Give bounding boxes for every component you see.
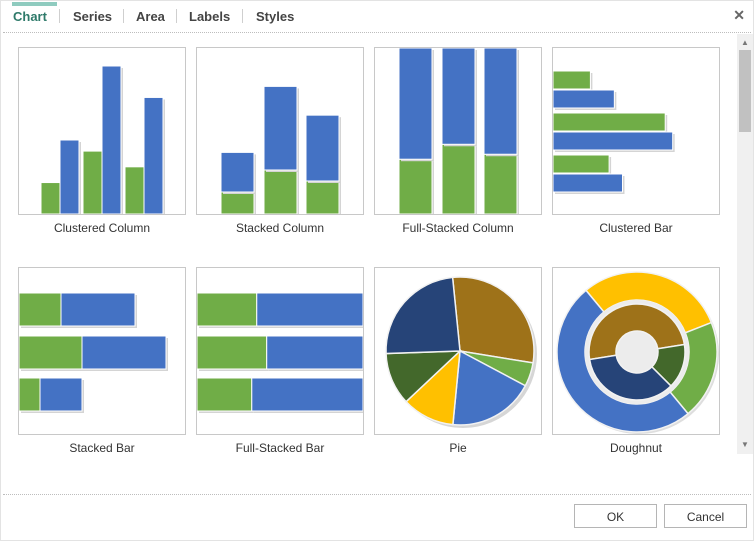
chart-preview-full-stacked-column — [398, 48, 519, 214]
chart-preview-stacked-column — [220, 85, 341, 214]
tab-bar: Chart Series Area Labels Styles ✕ — [1, 1, 753, 33]
tab-series[interactable]: Series — [73, 1, 112, 33]
tab-divider — [59, 9, 60, 23]
chart-preview-full-stacked-bar — [197, 292, 363, 413]
footer-divider — [3, 494, 751, 495]
chart-type-full-stacked-bar[interactable]: Full-Stacked Bar — [196, 267, 364, 455]
bar-series-b — [81, 335, 167, 370]
bar-series-b — [553, 173, 624, 193]
bar-series-b — [305, 114, 340, 182]
tab-labels[interactable]: Labels — [189, 1, 230, 33]
bar-series-b — [143, 96, 164, 214]
bar-series-b — [39, 377, 83, 412]
bar-series-b — [101, 65, 122, 214]
chart-preview-doughnut — [556, 271, 719, 434]
bar-series-a — [553, 154, 610, 174]
bar-series-a — [19, 335, 83, 370]
chart-type-label: Clustered Bar — [599, 221, 673, 235]
bar-series-a — [553, 112, 666, 132]
scrollbar[interactable]: ▲ ▼ — [737, 34, 753, 454]
pie-slice — [385, 276, 461, 355]
bar-series-a — [398, 158, 433, 214]
cancel-button[interactable]: Cancel — [664, 504, 747, 528]
chart-type-clustered-column[interactable]: Clustered Column — [18, 47, 186, 235]
bar-series-b — [263, 85, 298, 171]
tab-chart[interactable]: Chart — [12, 1, 57, 33]
tab-area-label: Area — [136, 9, 165, 24]
chart-preview-clustered-column — [40, 65, 165, 214]
bar-series-b — [256, 292, 363, 327]
bar-series-b — [553, 89, 615, 109]
chart-preview — [196, 267, 364, 435]
bar-series-a — [197, 292, 258, 327]
bar-series-a — [441, 143, 476, 214]
tab-area[interactable]: Area — [136, 1, 165, 33]
scrollbar-thumb[interactable] — [739, 50, 751, 132]
bar-series-a — [124, 166, 145, 214]
chart-type-gallery: Clustered Column Stacked Column Full-Stack… — [3, 35, 736, 455]
tab-chart-label: Chart — [13, 9, 47, 24]
chart-type-label: Stacked Bar — [69, 441, 135, 455]
chart-preview-stacked-bar — [19, 292, 168, 413]
chart-type-pie[interactable]: Pie — [374, 267, 542, 455]
chart-properties-dialog: Chart Series Area Labels Styles ✕ Cluste… — [0, 0, 754, 541]
bar-series-b — [553, 131, 674, 151]
chart-type-stacked-column[interactable]: Stacked Column — [196, 47, 364, 235]
ok-button[interactable]: OK — [574, 504, 657, 528]
bar-series-a — [197, 335, 268, 370]
chart-type-stacked-bar[interactable]: Stacked Bar — [18, 267, 186, 455]
tab-divider — [123, 9, 124, 23]
tab-styles[interactable]: Styles — [256, 1, 294, 33]
chart-preview — [552, 47, 720, 215]
tab-labels-label: Labels — [189, 9, 231, 24]
chart-type-full-stacked-column[interactable]: Full-Stacked Column — [374, 47, 542, 235]
tab-styles-label: Styles — [256, 9, 295, 24]
chart-preview-pie — [385, 276, 537, 428]
bar-series-b — [60, 292, 136, 327]
chart-type-doughnut[interactable]: Doughnut — [552, 267, 720, 455]
bar-series-b — [59, 139, 80, 214]
active-tab-indicator — [12, 2, 57, 6]
tab-divider — [242, 9, 243, 23]
tab-divider — [176, 9, 177, 23]
bar-series-a — [263, 169, 298, 214]
pie-slice — [451, 276, 535, 364]
bar-series-a — [305, 180, 340, 214]
chart-preview — [374, 47, 542, 215]
bar-series-a — [220, 191, 255, 214]
header-divider — [3, 32, 751, 33]
bar-series-b — [220, 151, 255, 193]
chart-type-label: Doughnut — [609, 441, 663, 455]
chart-preview — [196, 47, 364, 215]
chart-type-label: Pie — [449, 441, 467, 455]
bar-series-a — [19, 377, 41, 412]
bar-series-b — [251, 377, 363, 412]
scroll-up-icon[interactable]: ▲ — [737, 36, 753, 50]
bar-series-b — [266, 335, 363, 370]
scroll-down-icon[interactable]: ▼ — [737, 438, 753, 452]
chart-type-label: Full-Stacked Bar — [235, 441, 325, 455]
chart-preview — [18, 47, 186, 215]
chart-preview-clustered-bar — [553, 70, 675, 194]
chart-preview — [374, 267, 542, 435]
tab-series-label: Series — [73, 9, 113, 24]
bar-series-b — [398, 48, 433, 160]
chart-type-clustered-bar[interactable]: Clustered Bar — [552, 47, 720, 235]
bar-series-a — [483, 153, 518, 214]
bar-series-b — [483, 48, 518, 155]
bar-series-b — [441, 48, 476, 145]
chart-type-label: Stacked Column — [235, 221, 325, 235]
chart-preview — [552, 267, 720, 435]
bar-series-a — [553, 70, 591, 90]
chart-type-label: Clustered Column — [53, 221, 151, 235]
bar-series-a — [19, 292, 62, 327]
chart-preview — [18, 267, 186, 435]
close-icon[interactable]: ✕ — [733, 7, 745, 24]
bar-series-a — [82, 150, 103, 214]
bar-series-a — [40, 182, 61, 214]
bar-series-a — [197, 377, 253, 412]
chart-type-label: Full-Stacked Column — [402, 221, 514, 235]
